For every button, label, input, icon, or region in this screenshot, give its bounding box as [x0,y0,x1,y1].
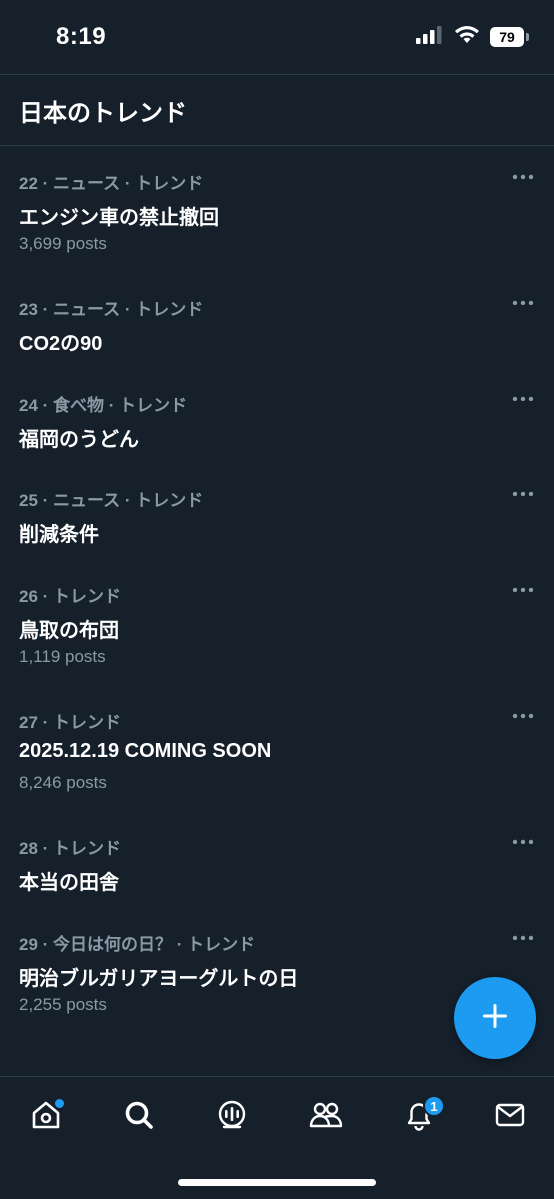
more-options-icon[interactable] [510,169,536,185]
more-options-icon[interactable] [510,834,536,850]
trend-meta: 22 · ニュース · トレンド [19,174,204,193]
page-header: 日本のトレンド [0,74,554,146]
status-bar: 8:19 79 [0,0,554,74]
trend-title: 鳥取の布団 [19,620,119,642]
more-options-icon[interactable] [510,486,536,502]
communities-icon [309,1099,343,1136]
battery-level: 79 [499,29,515,45]
trend-title: 本当の田舎 [19,872,119,894]
trend-meta: 28 · トレンド [19,839,122,858]
nav-communities[interactable] [304,1095,348,1139]
trend-meta: 25 · ニュース · トレンド [19,491,204,510]
more-options-icon[interactable] [510,582,536,598]
trend-title: 明治ブルガリアヨーグルトの日 [19,968,299,990]
more-options-icon[interactable] [510,391,536,407]
search-icon [123,1099,155,1136]
trend-post-count: 2,255 posts [19,995,107,1014]
nav-messages[interactable] [488,1095,532,1139]
trend-meta: 29 · 今日は何の日？ · トレンド [19,935,256,954]
trend-title: 2025.12.19 COMING SOON [19,740,272,762]
home-unread-dot [55,1099,64,1108]
spaces-icon [216,1099,248,1136]
home-indicator[interactable] [178,1179,376,1186]
trend-meta: 24 · 食べ物 · トレンド [19,396,188,415]
trend-title: エンジン車の禁止撤回 [19,207,219,229]
more-options-icon[interactable] [510,295,536,311]
messages-icon [494,1099,526,1136]
status-time: 8:19 [56,23,107,50]
status-icons: 79 [416,25,529,49]
trend-meta: 27 · トレンド [19,713,122,732]
more-options-icon[interactable] [510,708,536,724]
signal-icon [416,25,444,49]
page-title: 日本のトレンド [19,99,187,127]
trend-post-count: 1,119 posts [19,647,106,666]
wifi-icon [454,25,480,49]
trend-title: 削減条件 [19,524,99,546]
nav-search[interactable] [117,1095,161,1139]
trend-meta: 23 · ニュース · トレンド [19,300,204,319]
nav-home[interactable] [24,1095,68,1139]
battery-icon: 79 [490,27,529,47]
plus-icon [481,1002,509,1035]
trend-post-count: 8,246 posts [19,773,107,792]
trend-title: CO2の90 [19,333,103,355]
trends-screen: 8:19 79 日本のトレンド 22 · ニュース · トレンド エンジン車の禁… [0,0,554,1199]
trend-title: 福岡のうどん [19,429,139,451]
nav-spaces[interactable] [210,1095,254,1139]
nav-notifications[interactable]: 1 [397,1095,445,1139]
trend-post-count: 3,699 posts [19,234,107,253]
compose-button[interactable] [454,977,536,1059]
trend-meta: 26 · トレンド [19,587,122,606]
notification-badge: 1 [423,1095,445,1117]
more-options-icon[interactable] [510,930,536,946]
